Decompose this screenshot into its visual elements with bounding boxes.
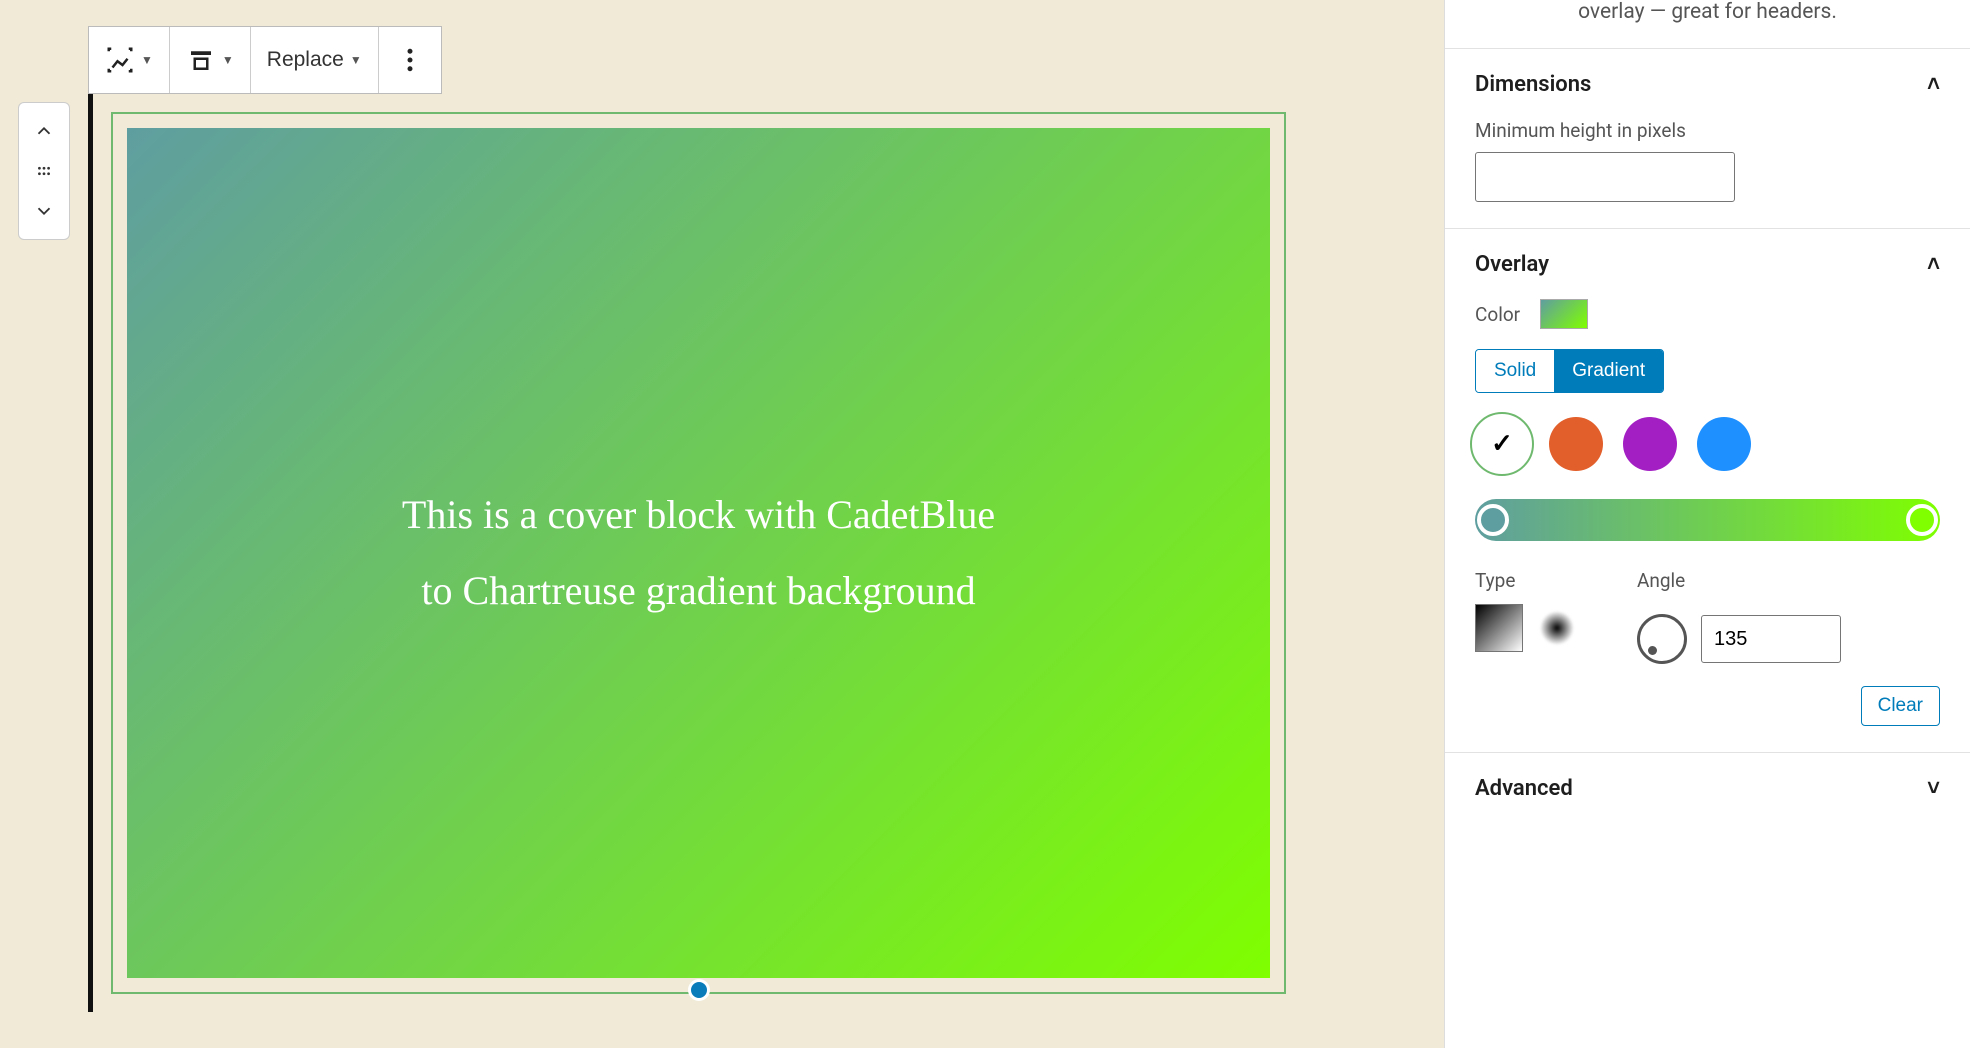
preset-swatch-1[interactable] (1549, 417, 1603, 471)
chevron-up-icon: ˄ (1927, 251, 1940, 277)
move-down-button[interactable] (22, 191, 66, 231)
preset-swatch-3[interactable] (1697, 417, 1751, 471)
cover-block-icon (105, 45, 135, 75)
angle-dial[interactable] (1637, 614, 1687, 664)
chevron-up-icon: ˄ (1927, 71, 1940, 97)
gradient-mode-button[interactable]: Gradient (1554, 350, 1663, 392)
cover-text[interactable]: This is a cover block with CadetBlue to … (389, 477, 1009, 629)
current-color-swatch[interactable] (1540, 299, 1588, 329)
replace-button[interactable]: Replace ▼ (261, 42, 368, 78)
solid-mode-button[interactable]: Solid (1476, 350, 1554, 392)
block-mover (18, 102, 70, 240)
advanced-panel: Advanced ˅ (1445, 752, 1970, 823)
gradient-stop-start[interactable] (1477, 504, 1509, 536)
chevron-down-icon (33, 200, 55, 222)
color-label: Color (1475, 303, 1520, 326)
block-type-button[interactable]: ▼ (99, 39, 159, 81)
preset-swatch-0[interactable] (1475, 417, 1529, 471)
drag-icon (33, 160, 55, 182)
editor-canvas: This is a cover block with CadetBlue to … (88, 94, 1304, 1012)
min-height-label: Minimum height in pixels (1475, 119, 1940, 142)
gradient-type-radial-button[interactable] (1537, 608, 1577, 648)
min-height-input[interactable] (1475, 152, 1735, 202)
color-mode-toggle: Solid Gradient (1475, 349, 1664, 393)
align-button[interactable]: ▼ (180, 39, 240, 81)
block-description: overlay — great for headers. (1445, 0, 1970, 48)
chevron-down-icon: ˅ (1927, 775, 1940, 801)
drag-handle-button[interactable] (22, 151, 66, 191)
replace-label: Replace (267, 48, 344, 72)
gradient-stop-end[interactable] (1906, 504, 1938, 536)
block-toolbar: ▼ ▼ Replace ▼ (88, 26, 442, 94)
resize-handle[interactable] (688, 979, 710, 1001)
caret-down-icon: ▼ (222, 53, 234, 67)
more-options-button[interactable] (389, 39, 431, 81)
cover-block-inner: This is a cover block with CadetBlue to … (127, 128, 1270, 978)
move-up-button[interactable] (22, 111, 66, 151)
caret-down-icon: ▼ (141, 53, 153, 67)
dimensions-panel: Dimensions ˄ Minimum height in pixels (1445, 48, 1970, 228)
chevron-up-icon (33, 120, 55, 142)
overlay-title: Overlay (1475, 252, 1549, 277)
preset-swatch-2[interactable] (1623, 417, 1677, 471)
cover-block[interactable]: This is a cover block with CadetBlue to … (111, 112, 1286, 994)
preset-swatch-row (1475, 417, 1940, 471)
kebab-icon (395, 45, 425, 75)
type-label: Type (1475, 569, 1577, 592)
align-icon (186, 45, 216, 75)
settings-sidebar: overlay — great for headers. Dimensions … (1444, 0, 1970, 1048)
overlay-panel-toggle[interactable]: Overlay ˄ (1445, 229, 1970, 299)
clear-button[interactable]: Clear (1861, 686, 1940, 726)
angle-input[interactable] (1701, 615, 1841, 663)
angle-label: Angle (1637, 569, 1841, 592)
overlay-panel: Overlay ˄ Color Solid Gradient (1445, 228, 1970, 752)
dimensions-title: Dimensions (1475, 72, 1591, 97)
dimensions-panel-toggle[interactable]: Dimensions ˄ (1445, 49, 1970, 119)
caret-down-icon: ▼ (350, 53, 362, 67)
gradient-type-linear-button[interactable] (1475, 604, 1523, 652)
advanced-title: Advanced (1475, 776, 1573, 801)
advanced-panel-toggle[interactable]: Advanced ˅ (1445, 753, 1970, 823)
gradient-bar[interactable] (1475, 499, 1940, 541)
